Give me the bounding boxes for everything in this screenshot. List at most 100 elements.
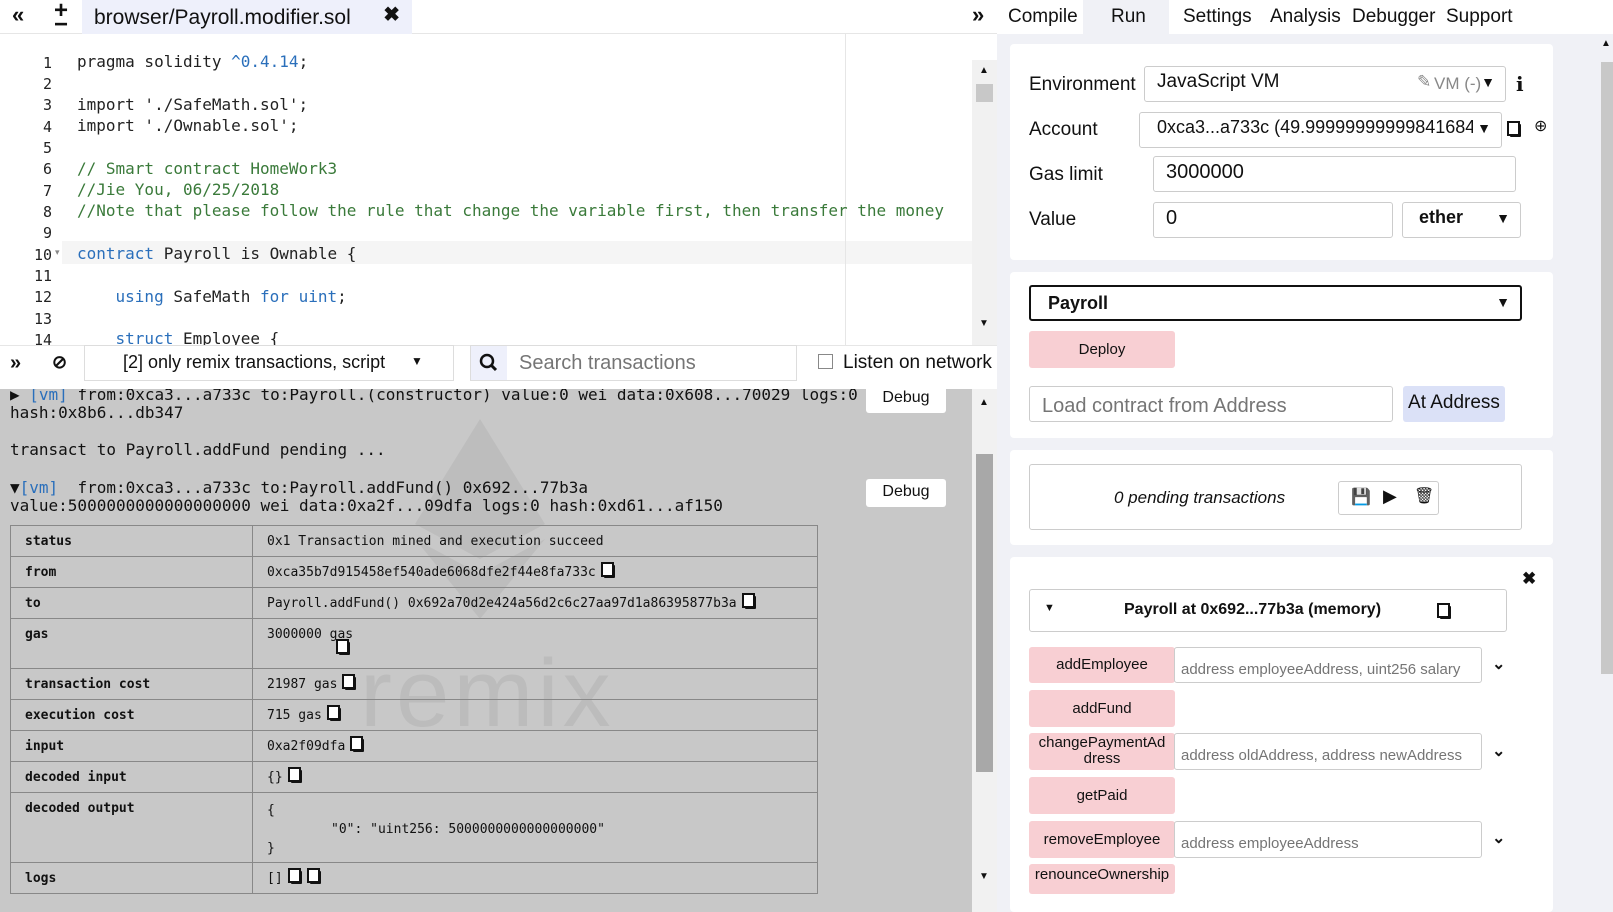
gas-limit-input[interactable]: 3000000 [1153,156,1516,192]
debug-button[interactable]: Debug [866,479,946,507]
pending-actions: 💾 ▶ 🗑 [1338,481,1439,515]
close-icon[interactable]: ✖ [383,2,400,27]
trash-icon[interactable]: 🗑 [1414,486,1434,506]
scroll-up-icon[interactable]: ▲ [979,397,989,408]
value-input[interactable]: 0 [1153,202,1393,238]
value-unit-select[interactable]: ether ▼ [1402,202,1521,238]
value-unit: ether [1419,207,1464,227]
instance-header[interactable]: ▼ Payroll at 0x692...77b3a (memory) [1029,589,1507,632]
scroll-down-icon[interactable]: ▼ [979,871,989,882]
copy-icon[interactable] [287,767,302,783]
scroll-down-icon[interactable]: ▼ [979,318,989,329]
function-button-changePaymentAddress[interactable]: changePaymentAddress [1029,733,1175,770]
load-address-input[interactable] [1029,386,1393,422]
copy-icon[interactable] [306,868,321,884]
collapse-left-icon[interactable]: « [12,4,24,26]
filter-value: [2] only remix transactions, script [123,352,386,372]
debug-button[interactable]: Debug [866,389,946,413]
account-select[interactable]: 0xca3...a733c (49.99999999999841684 ▼ [1139,112,1502,148]
close-instance-icon[interactable]: ✖ [1522,569,1536,589]
changePaymentAddress-args-input[interactable] [1174,733,1482,770]
environment-select[interactable]: JavaScript VM ✎ VM (-) ▼ [1144,66,1506,102]
clear-console-icon[interactable]: ⊘ [52,352,67,373]
tab-debugger[interactable]: Debugger [1352,6,1435,28]
tab-analysis[interactable]: Analysis [1270,6,1341,28]
chevron-down-icon[interactable]: ⌄ [1492,654,1505,674]
collapse-arrow-icon[interactable]: ▼ [10,478,20,497]
zoom-out-icon[interactable]: − [54,13,68,37]
copy-icon[interactable] [287,868,302,884]
copy-icon[interactable] [342,674,357,690]
editor-scroll-thumb[interactable] [976,84,993,102]
tx-log-addfund[interactable]: ▼[vm] from:0xca3...a733c to:Payroll.addF… [10,478,588,497]
print-margin [845,34,846,345]
from-address: 0xca35b7d915458ef540ade6068dfe2f44e8fa73… [267,565,596,580]
line-gutter: 1 2 3 4 5 6 7 8 9 10 ▾ 11 12 13 14 [0,34,62,345]
search-input[interactable] [519,352,789,375]
copy-icon[interactable] [350,736,365,752]
deploy-button[interactable]: Deploy [1029,331,1175,368]
file-tab[interactable]: browser/Payroll.modifier.sol ✖ [82,0,412,34]
line-number: 11 [33,267,52,285]
copy-icon[interactable] [336,639,350,655]
tab-settings[interactable]: Settings [1183,6,1252,28]
function-button-renounceOwnership[interactable]: renounceOwnership [1029,864,1175,894]
addEmployee-args-input[interactable] [1174,647,1482,683]
chevron-down-icon[interactable]: ⌄ [1492,741,1505,761]
copy-icon[interactable] [1437,603,1451,619]
function-button-removeEmployee[interactable]: removeEmployee [1029,821,1175,858]
play-icon[interactable]: ▶ [1383,486,1397,507]
line-number: 13 [33,310,52,328]
add-account-icon[interactable]: ⊕ [1534,116,1547,136]
copy-icon[interactable] [741,593,756,609]
removeEmployee-args-input[interactable] [1174,821,1482,858]
line-number: 7 [42,182,52,200]
transaction-filter-select[interactable]: [2] only remix transactions, script ▼ [84,345,454,381]
minimize-terminal-icon[interactable]: » [10,352,21,375]
pending-count: 0 pending transactions [1114,488,1286,507]
json-brace: } [267,841,275,856]
collapse-instance-icon[interactable]: ▼ [1044,602,1055,614]
listen-checkbox[interactable] [818,354,833,369]
tx-log-constructor[interactable]: ▶ [vm] from:0xca3...a733c to:Payroll.(co… [10,389,858,404]
function-button-addFund[interactable]: addFund [1029,690,1175,727]
terminal-console[interactable]: remix ▶ [vm] from:0xca3...a733c to:Payro… [0,389,997,912]
at-address-button[interactable]: At Address [1403,386,1505,422]
scroll-up-icon[interactable]: ▲ [1601,38,1611,49]
terminal-scrollbar[interactable]: ▲ ▼ [972,389,997,912]
listen-on-network-toggle[interactable]: Listen on network [818,352,992,374]
panel-tabs: Compile Run Settings Analysis Debugger S… [997,0,1613,34]
chevron-down-icon[interactable]: ⌄ [1492,828,1505,848]
line-number: 3 [42,96,52,114]
expand-arrow-icon[interactable]: ▶ [10,389,20,404]
search-icon[interactable] [471,346,507,380]
tab-support[interactable]: Support [1446,6,1513,28]
save-icon[interactable]: 💾 [1351,487,1371,507]
contract-select[interactable]: Payroll ▼ [1029,285,1522,321]
function-button-addEmployee[interactable]: addEmployee [1029,647,1175,683]
code-line: using SafeMath for uint; [115,287,347,306]
code-editor[interactable]: 1 2 3 4 5 6 7 8 9 10 ▾ 11 12 13 14 pragm… [0,34,997,345]
panel-scroll-thumb[interactable] [1601,62,1613,674]
info-icon[interactable]: i [1516,72,1524,96]
line-number: 14 [33,331,52,345]
chevron-down-icon: ▼ [1473,120,1491,136]
editor-scrollbar[interactable]: ▲ ▼ [972,60,997,345]
tab-run[interactable]: Run [1111,6,1146,28]
tx-summary: from:0xca3...a733c to:Payroll.addFund() … [77,478,588,497]
terminal-scroll-thumb[interactable] [976,454,993,772]
fold-arrow-icon[interactable]: ▾ [55,247,60,258]
detail-key: from [10,556,253,588]
code-line: struct Employee { [115,329,280,345]
gas-limit-label: Gas limit [1029,164,1103,185]
detail-key: execution cost [10,699,253,731]
copy-icon[interactable] [600,562,615,578]
collapse-right-icon[interactable]: » [972,4,984,26]
chevron-down-icon: ▼ [1481,74,1495,90]
function-button-getPaid[interactable]: getPaid [1029,777,1175,814]
account-label: Account [1029,119,1098,140]
copy-icon[interactable] [326,705,341,721]
scroll-up-icon[interactable]: ▲ [979,65,989,76]
tab-compile[interactable]: Compile [1008,6,1078,28]
copy-icon[interactable] [1507,121,1521,137]
